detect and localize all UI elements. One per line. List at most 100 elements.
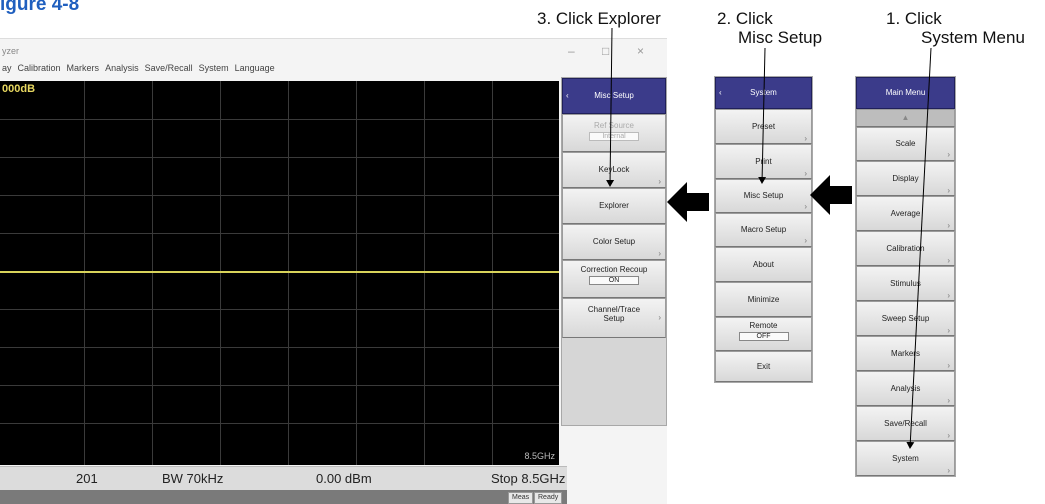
step1-line2: System Menu <box>921 28 1025 47</box>
grid-line <box>424 81 425 465</box>
stimulus-button[interactable]: Stimulus › <box>856 266 955 301</box>
display-label: Display <box>892 174 919 183</box>
bandwidth-readout: BW 70kHz <box>162 471 224 486</box>
about-label: About <box>753 260 774 269</box>
menu-analysis[interactable]: Analysis <box>105 63 139 79</box>
grid-line <box>0 347 559 348</box>
left-arrow-icon <box>667 182 709 222</box>
remote-label: Remote <box>749 321 778 330</box>
step2-line2: Misc Setup <box>738 28 823 47</box>
grid-line <box>288 81 289 465</box>
measurement-trace <box>0 271 559 273</box>
system-button[interactable]: System › <box>856 441 955 476</box>
color-setup-button[interactable]: Color Setup › <box>562 224 666 260</box>
channel-trace-label: Channel/Trace <box>587 305 641 314</box>
grid-line <box>220 81 221 465</box>
system-title: System <box>750 88 777 97</box>
grid-line <box>0 119 559 120</box>
misc-setup-button[interactable]: Misc Setup › <box>715 179 812 213</box>
exit-label: Exit <box>756 362 771 371</box>
correction-recoup-value: ON <box>589 276 639 285</box>
preset-label: Preset <box>751 122 776 131</box>
scale-readout: 000dB <box>2 83 36 95</box>
sweep-setup-button[interactable]: Sweep Setup › <box>856 301 955 336</box>
correction-recoup-label: Correction Recoup <box>580 265 648 274</box>
grid-line <box>84 81 85 465</box>
minimize-label: Minimize <box>747 295 780 304</box>
menu-display[interactable]: ay <box>2 63 12 79</box>
stimulus-label: Stimulus <box>890 279 921 288</box>
figure-page: igure 4-8 3. Click Explorer 2. Click Mis… <box>0 0 1045 504</box>
menu-system[interactable]: System <box>199 63 229 79</box>
back-chevron-icon[interactable]: ‹ <box>719 78 722 108</box>
system-label: System <box>892 454 919 463</box>
explorer-button[interactable]: Explorer <box>562 188 666 224</box>
remote-button[interactable]: Remote OFF <box>715 317 812 351</box>
menu-save-recall[interactable]: Save/Recall <box>145 63 193 79</box>
system-header[interactable]: ‹ System <box>715 77 812 109</box>
title-bar: yzer – □ × <box>0 43 667 61</box>
main-menu-header: Main Menu <box>856 77 955 109</box>
menu-language[interactable]: Language <box>235 63 275 79</box>
step2-line1: 2. Click <box>717 9 773 28</box>
menu-markers[interactable]: Markers <box>67 63 100 79</box>
step3-line1: 3. Click Explorer <box>537 9 661 28</box>
grid-line <box>152 81 153 465</box>
maximize-button[interactable]: □ <box>602 44 609 58</box>
keylock-label: KeyLock <box>598 165 630 174</box>
misc-setup-label: Misc Setup <box>743 191 784 200</box>
analysis-button[interactable]: Analysis › <box>856 371 955 406</box>
step2-label: 2. Click Misc Setup <box>717 9 822 47</box>
scroll-up-button[interactable]: ▲ <box>856 109 955 127</box>
remote-value: OFF <box>738 332 789 341</box>
keylock-button[interactable]: KeyLock › <box>562 152 666 188</box>
back-chevron-icon[interactable]: ‹ <box>566 79 569 113</box>
save-recall-button[interactable]: Save/Recall › <box>856 406 955 441</box>
display-button[interactable]: Display › <box>856 161 955 196</box>
misc-setup-header[interactable]: ‹ Misc Setup <box>562 78 666 114</box>
channel-trace-label-2: Setup <box>603 314 625 323</box>
grid-line <box>356 81 357 465</box>
preset-button[interactable]: Preset › <box>715 109 812 144</box>
scroll-up-icon: ▲ <box>901 113 910 122</box>
close-button[interactable]: × <box>637 44 644 58</box>
calibration-button[interactable]: Calibration › <box>856 231 955 266</box>
macro-setup-button[interactable]: Macro Setup › <box>715 213 812 247</box>
figure-title: igure 4-8 <box>0 0 80 15</box>
power-readout: 0.00 dBm <box>316 471 372 486</box>
step1-line1: 1. Click <box>886 9 942 28</box>
misc-setup-title: Misc Setup <box>594 91 634 100</box>
ref-source-label: Ref Source <box>593 121 635 130</box>
average-label: Average <box>890 209 921 218</box>
exit-button[interactable]: Exit <box>715 351 812 382</box>
main-menu-title: Main Menu <box>885 88 926 97</box>
minimize-menu-button[interactable]: Minimize <box>715 282 812 317</box>
ref-source-value: Internal <box>589 132 639 141</box>
grid-line <box>0 385 559 386</box>
calibration-label: Calibration <box>886 244 925 253</box>
ref-source-button: Ref Source Internal <box>562 114 666 152</box>
about-button[interactable]: About <box>715 247 812 282</box>
print-button[interactable]: Print › <box>715 144 812 179</box>
status-bar: 201 BW 70kHz 0.00 dBm Stop 8.5GHz <box>0 466 567 490</box>
minimize-button[interactable]: – <box>568 44 575 58</box>
channel-trace-setup-button[interactable]: Channel/Trace Setup › <box>562 298 666 338</box>
points-readout: 201 <box>76 471 98 486</box>
system-panel: ‹ System Preset › Print › Misc Setup › M… <box>714 76 813 383</box>
trace-plot: 000dB 8.5GHz <box>0 81 559 465</box>
misc-setup-panel: ‹ Misc Setup Ref Source Internal KeyLock… <box>561 77 667 426</box>
grid-line <box>0 423 559 424</box>
average-button[interactable]: Average › <box>856 196 955 231</box>
stop-frequency-readout: Stop 8.5GHz <box>491 471 566 486</box>
explorer-label: Explorer <box>599 201 629 210</box>
sweep-setup-label: Sweep Setup <box>881 314 930 323</box>
left-arrow-icon <box>810 175 852 215</box>
scale-button[interactable]: Scale › <box>856 127 955 161</box>
bottom-bar: Meas Ready <box>0 490 567 504</box>
correction-recoup-button[interactable]: Correction Recoup ON <box>562 260 666 298</box>
menu-calibration[interactable]: Calibration <box>18 63 61 79</box>
grid-line <box>0 157 559 158</box>
submenu-arrow-icon: › <box>658 313 661 322</box>
menu-bar: ay Calibration Markers Analysis Save/Rec… <box>0 63 275 79</box>
markers-button[interactable]: Markers › <box>856 336 955 371</box>
